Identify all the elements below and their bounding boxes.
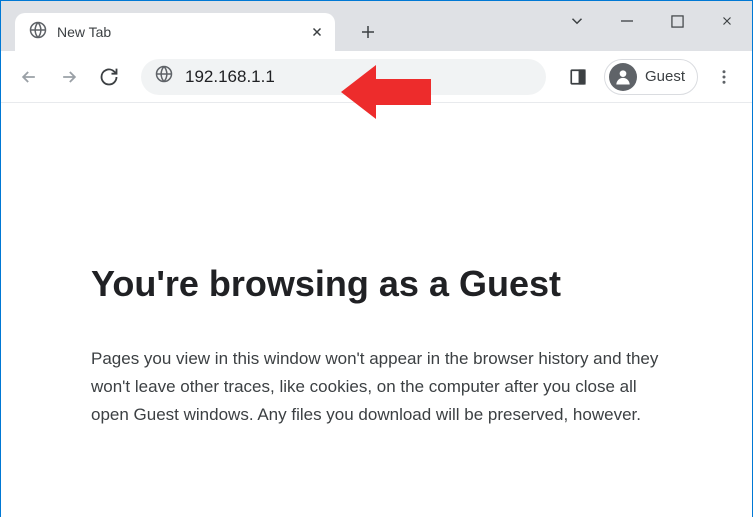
- tab-title: New Tab: [57, 24, 297, 40]
- menu-button[interactable]: [706, 59, 742, 95]
- browser-tab[interactable]: New Tab: [15, 13, 335, 51]
- forward-button[interactable]: [51, 59, 87, 95]
- globe-icon: [29, 21, 47, 44]
- toolbar: Guest: [1, 51, 752, 103]
- toolbar-right: Guest: [560, 59, 742, 95]
- minimize-button[interactable]: [602, 1, 652, 41]
- side-panel-button[interactable]: [560, 59, 596, 95]
- profile-label: Guest: [645, 68, 685, 85]
- page-content[interactable]: You're browsing as a Guest Pages you vie…: [1, 103, 752, 517]
- tab-close-button[interactable]: [307, 22, 327, 42]
- profile-button[interactable]: Guest: [604, 59, 698, 95]
- search-tabs-button[interactable]: [552, 1, 602, 41]
- close-window-button[interactable]: [702, 1, 752, 41]
- reload-button[interactable]: [91, 59, 127, 95]
- maximize-button[interactable]: [652, 1, 702, 41]
- avatar-icon: [609, 63, 637, 91]
- address-bar[interactable]: [141, 59, 546, 95]
- url-input[interactable]: [185, 67, 532, 87]
- site-info-icon[interactable]: [155, 65, 173, 88]
- page-heading: You're browsing as a Guest: [91, 263, 662, 305]
- back-button[interactable]: [11, 59, 47, 95]
- new-tab-button[interactable]: [353, 17, 383, 47]
- page-body-text: Pages you view in this window won't appe…: [91, 345, 662, 429]
- window-controls: [552, 1, 752, 41]
- title-bar: New Tab: [1, 1, 752, 51]
